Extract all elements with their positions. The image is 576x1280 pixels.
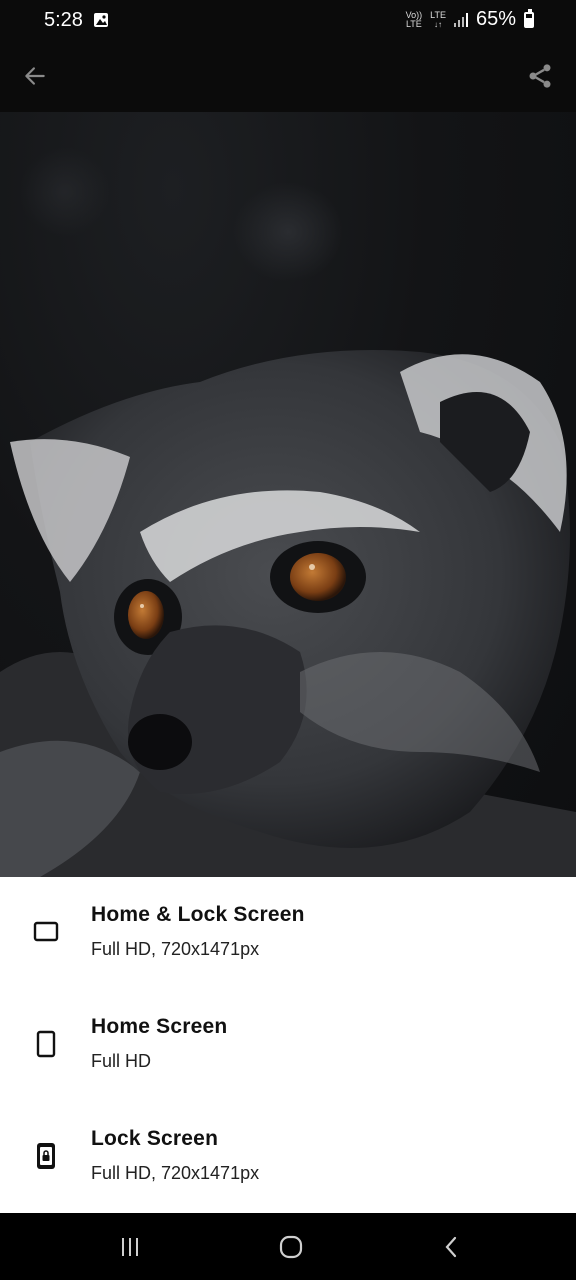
recents-icon[interactable] bbox=[106, 1223, 154, 1271]
lemur-wallpaper-image bbox=[0, 147, 576, 877]
battery-icon bbox=[524, 8, 534, 28]
home-icon[interactable] bbox=[267, 1223, 315, 1271]
battery-percentage: 65% bbox=[475, 8, 516, 30]
phone-lock-icon bbox=[32, 1142, 60, 1170]
option-home-screen[interactable]: Home Screen Full HD bbox=[0, 989, 576, 1101]
option-subtitle: Full HD, 720x1471px bbox=[91, 1163, 260, 1183]
phone-outline-icon bbox=[32, 1030, 60, 1058]
option-title: Home Screen bbox=[91, 1015, 228, 1038]
status-indicators: Vo)) LTE LTE ↓↑ 65% bbox=[406, 8, 534, 31]
option-subtitle: Full HD bbox=[91, 1051, 152, 1071]
signal-icon bbox=[453, 12, 468, 27]
wallpaper-options-sheet: Home & Lock Screen Full HD, 720x1471px H… bbox=[0, 877, 576, 1213]
share-icon[interactable] bbox=[516, 52, 564, 100]
option-subtitle: Full HD, 720x1471px bbox=[91, 939, 260, 959]
arrow-back-icon[interactable] bbox=[11, 52, 59, 100]
tablet-landscape-icon bbox=[32, 918, 60, 946]
wallpaper-preview bbox=[0, 112, 576, 877]
option-title: Lock Screen bbox=[91, 1127, 219, 1150]
nav-back-icon[interactable] bbox=[428, 1223, 476, 1271]
gallery-notification-icon bbox=[93, 12, 109, 28]
status-bar: 5:28 Vo)) LTE LTE ↓↑ 65% bbox=[0, 0, 576, 42]
lte-indicator: LTE ↓↑ bbox=[430, 9, 446, 29]
app-bar bbox=[0, 42, 576, 112]
navigation-bar bbox=[0, 1213, 576, 1280]
option-home-lock-screen[interactable]: Home & Lock Screen Full HD, 720x1471px bbox=[0, 877, 576, 989]
option-lock-screen[interactable]: Lock Screen Full HD, 720x1471px bbox=[0, 1101, 576, 1213]
option-title: Home & Lock Screen bbox=[91, 903, 305, 926]
status-time: 5:28 bbox=[44, 9, 83, 31]
volte-indicator: Vo)) LTE bbox=[405, 9, 423, 29]
